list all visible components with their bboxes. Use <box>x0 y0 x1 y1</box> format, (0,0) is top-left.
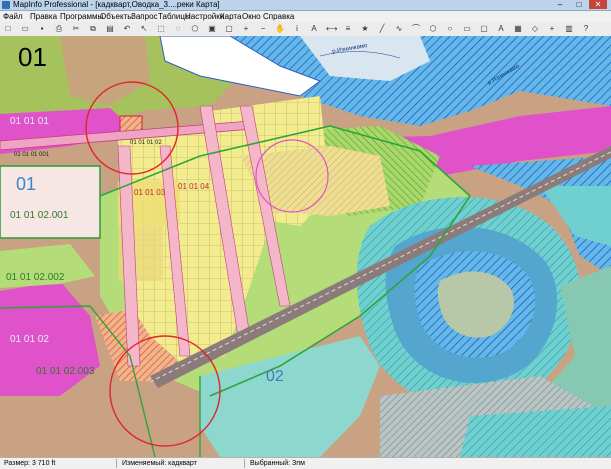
polyline-icon[interactable]: ∿ <box>394 23 404 34</box>
map-canvas[interactable] <box>0 36 611 457</box>
polygon-icon[interactable]: ⬡ <box>428 23 438 34</box>
label-01-01-01-001: 01 01 01 001 <box>14 152 50 158</box>
label-zone-02: 02 <box>266 368 284 385</box>
close-button[interactable]: ✕ <box>589 0 607 9</box>
save-icon[interactable]: ▪ <box>37 23 47 34</box>
symbol-icon[interactable]: ★ <box>360 23 370 34</box>
radius-icon[interactable]: ◌ <box>173 23 183 34</box>
unselect-icon[interactable]: ▢ <box>224 23 234 34</box>
app-icon <box>2 1 10 9</box>
frame-icon[interactable]: ▦ <box>513 23 523 34</box>
menu-bar: Файл Правка Программы Объекты Запрос Таб… <box>0 11 611 22</box>
window-title: MapInfo Professional - [кадкварт,Оводка_… <box>13 0 220 9</box>
label-01-01-02: 01 01 02 <box>10 334 49 345</box>
status-separator <box>116 459 117 468</box>
print-icon[interactable]: ⎙ <box>54 23 64 34</box>
zone-01-01-02-001-parcel <box>0 165 101 239</box>
reshape-icon[interactable]: ◇ <box>530 23 540 34</box>
minimize-button[interactable]: – <box>551 0 569 9</box>
menu-objects[interactable]: Объекты <box>99 11 134 22</box>
label-01-01-02-003: 01 01 02.003 <box>36 366 95 377</box>
undo-icon[interactable]: ↶ <box>122 23 132 34</box>
status-size: Размер: 3 710 ft <box>4 460 56 467</box>
label-01-01-04: 01 01 04 <box>178 182 210 191</box>
label-icon[interactable]: A <box>309 23 319 34</box>
help-icon[interactable]: ? <box>581 23 591 34</box>
boundary-select-icon[interactable]: ▣ <box>207 23 217 34</box>
label-01-01-01: 01 01 01 <box>10 116 49 127</box>
legend-icon[interactable]: ▥ <box>564 23 574 34</box>
ruler-icon[interactable]: ⟷ <box>326 23 337 34</box>
status-separator <box>244 459 245 468</box>
toolbar: □ ▭ ▪ ⎙ ✂ ⧉ ▤ ↶ ↖ ⬚ ◌ ⬠ ▣ ▢ + − ✋ i A ⟷ ≡ ★ ╱ ∿ ⌒ ⬡ ○ ▭ ▢ A ▦ ◇ + ▥? <box>0 22 611 37</box>
label-zone-01-left: 01 <box>16 174 37 194</box>
label-01-01-01-02: 01 01 01 02 <box>130 140 162 146</box>
marquee-icon[interactable]: ⬚ <box>156 23 166 34</box>
map-window[interactable]: 01 01 01 01 01 01 01 001 01 01 01 02 01 … <box>0 36 611 457</box>
ellipse-icon[interactable]: ○ <box>445 23 455 34</box>
label-zone-01: 01 <box>18 42 47 72</box>
menu-edit[interactable]: Правка <box>29 11 58 22</box>
zoom-in-icon[interactable]: + <box>241 23 251 34</box>
pan-icon[interactable]: ✋ <box>275 23 285 34</box>
zoom-out-icon[interactable]: − <box>258 23 268 34</box>
info-icon[interactable]: i <box>292 23 302 34</box>
menu-help[interactable]: Справка <box>262 11 295 22</box>
copy-icon[interactable]: ⧉ <box>88 23 98 34</box>
add-node-icon[interactable]: + <box>547 23 557 34</box>
status-bar: Размер: 3 710 ft Изменяемый: кадкварт Вы… <box>0 457 611 469</box>
text-icon[interactable]: A <box>496 23 506 34</box>
arc-icon[interactable]: ⌒ <box>411 23 421 34</box>
menu-map[interactable]: Карта <box>219 11 242 22</box>
layer-control-icon[interactable]: ≡ <box>343 23 353 34</box>
label-01-01-02-001: 01 01 02.001 <box>10 210 69 221</box>
rounded-rect-icon[interactable]: ▢ <box>479 23 489 34</box>
rectangle-icon[interactable]: ▭ <box>462 23 472 34</box>
maximize-button[interactable]: □ <box>570 0 588 9</box>
paste-icon[interactable]: ▤ <box>105 23 115 34</box>
polygon-select-icon[interactable]: ⬠ <box>190 23 200 34</box>
cut-icon[interactable]: ✂ <box>71 23 81 34</box>
status-selected-layer[interactable]: Выбранный: Зпм <box>250 458 305 469</box>
title-bar: MapInfo Professional - [кадкварт,Оводка_… <box>0 0 611 11</box>
label-01-01-02-002: 01 01 02.002 <box>6 272 65 283</box>
menu-query[interactable]: Запрос <box>130 11 159 22</box>
menu-programs[interactable]: Программы <box>59 11 104 22</box>
line-icon[interactable]: ╱ <box>377 23 387 34</box>
label-01-01-03: 01 01 03 <box>134 188 166 197</box>
select-icon[interactable]: ↖ <box>139 23 149 34</box>
new-icon[interactable]: □ <box>3 23 13 34</box>
open-icon[interactable]: ▭ <box>20 23 30 34</box>
menu-file[interactable]: Файл <box>2 11 24 22</box>
menu-window[interactable]: Окно <box>241 11 262 22</box>
status-edited-layer[interactable]: Изменяемый: кадкварт <box>122 458 197 469</box>
